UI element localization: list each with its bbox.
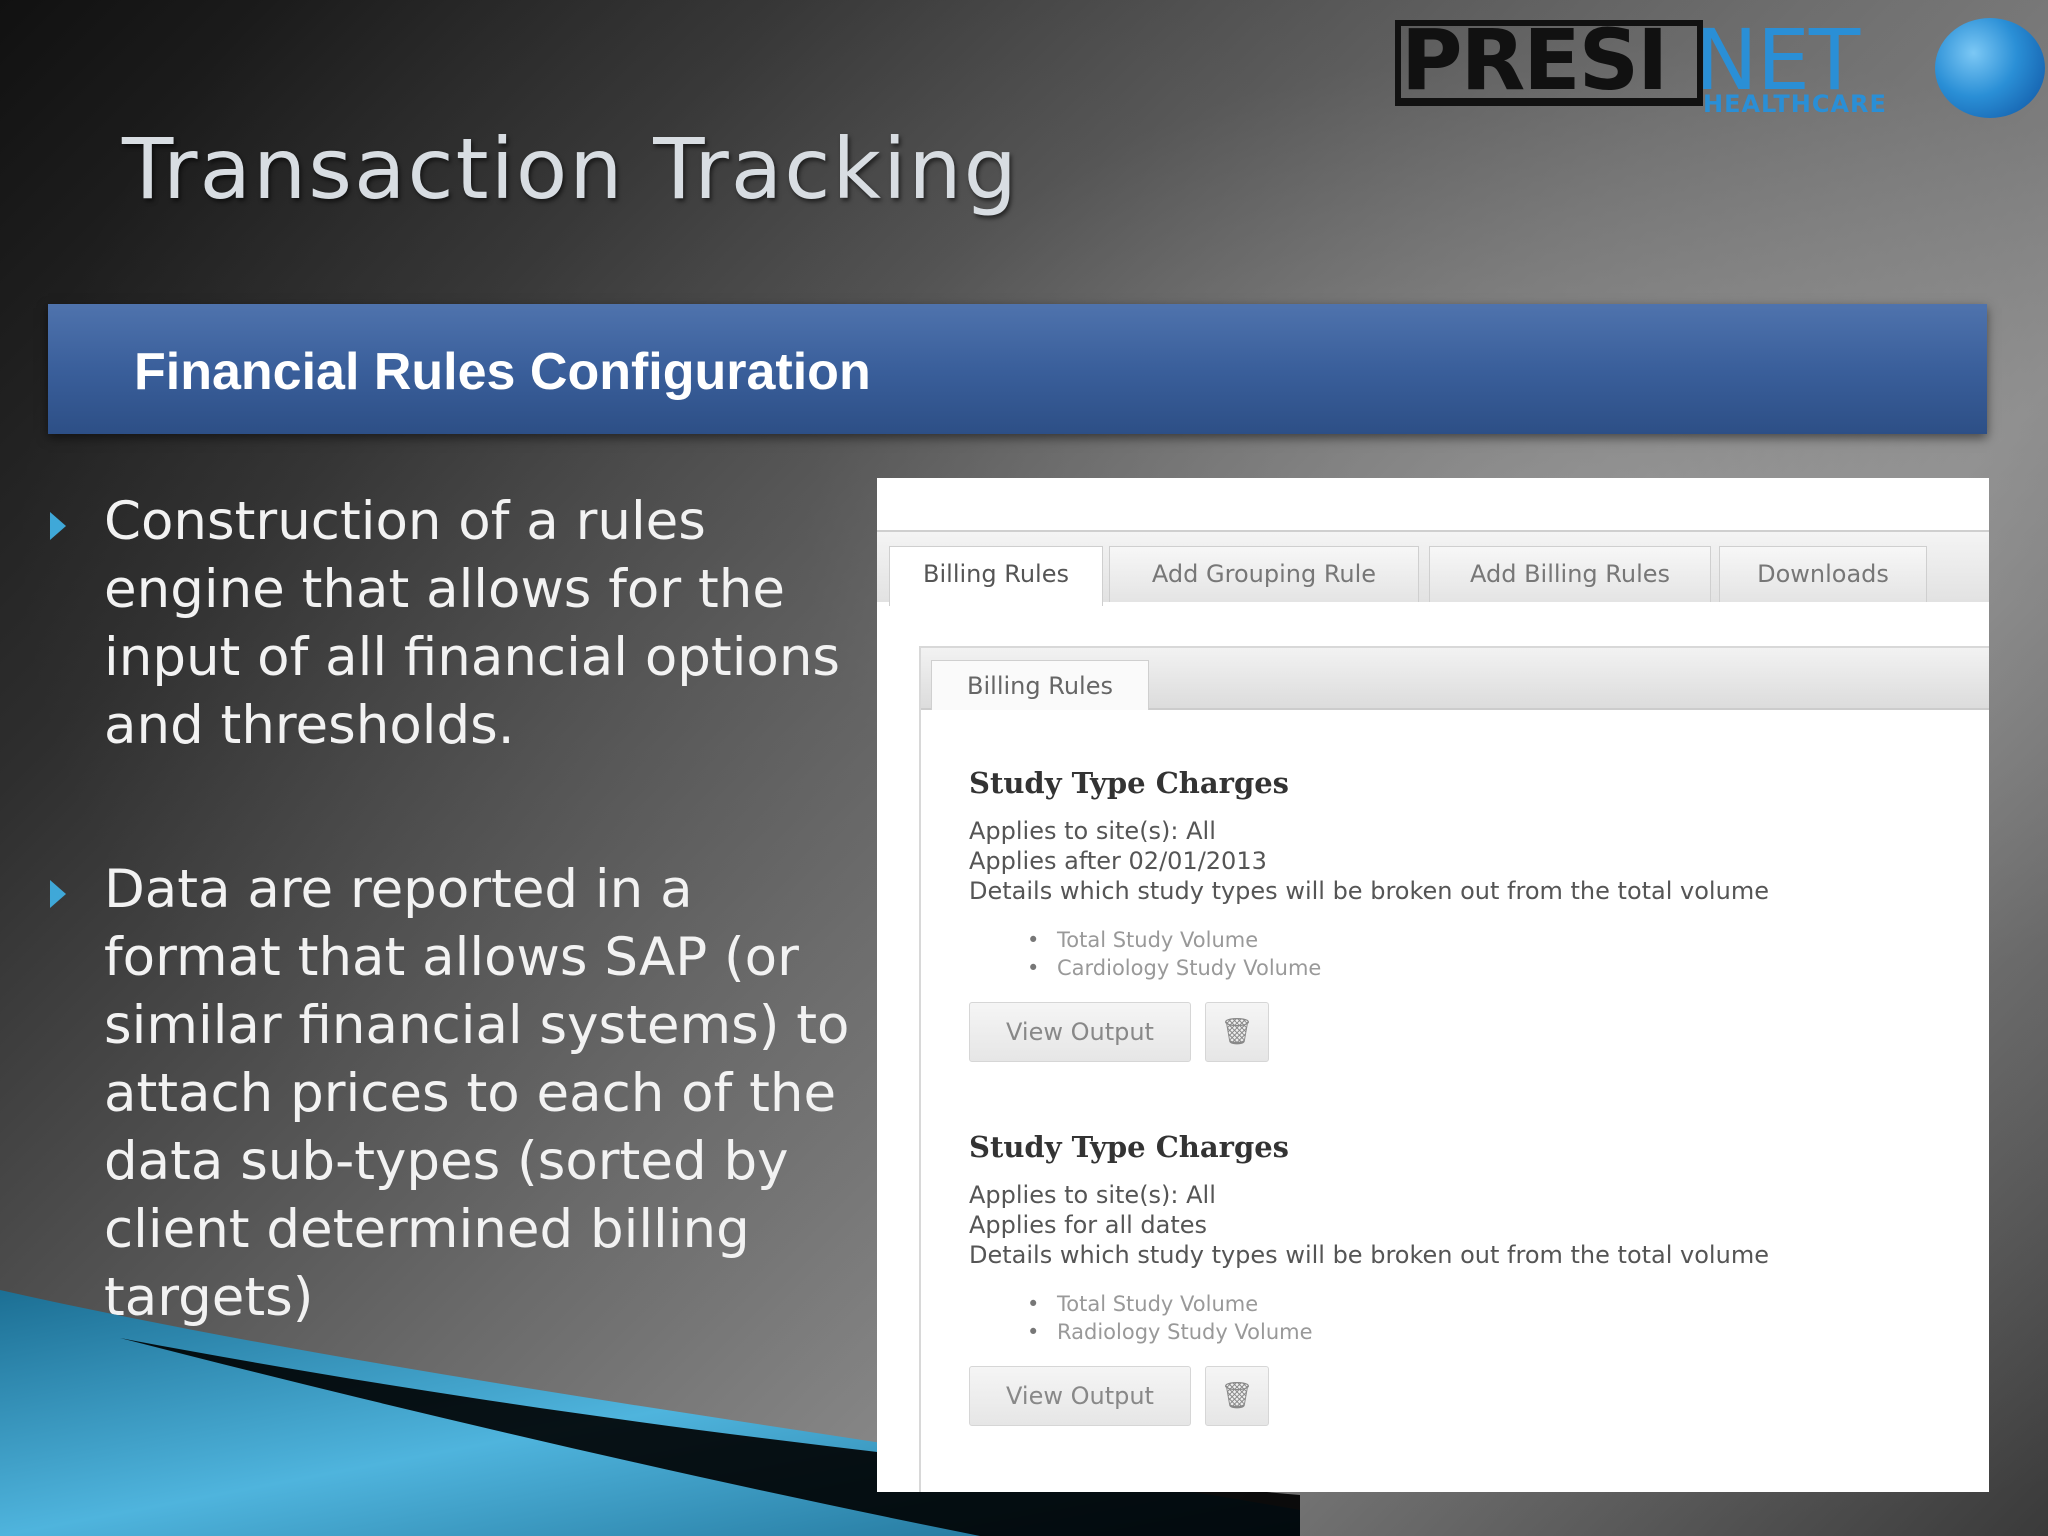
- rule-study-item: Total Study Volume: [969, 926, 1949, 954]
- globe-icon: [1935, 18, 2045, 118]
- rule-sites: Applies to site(s): All: [969, 1181, 1216, 1209]
- billing-rules-panel: Billing Rules Study Type Charges Applies…: [919, 646, 1989, 1492]
- rule-details: Details which study types will be broken…: [969, 877, 1769, 905]
- rule-study-item: Cardiology Study Volume: [969, 954, 1949, 982]
- view-output-button[interactable]: View Output: [969, 1002, 1191, 1062]
- section-heading: Financial Rules Configuration: [134, 343, 871, 401]
- bullet-list: Construction of a rules engine that allo…: [46, 488, 876, 1428]
- section-banner: Financial Rules Configuration: [48, 304, 1987, 434]
- slide-title: Transaction Tracking: [122, 120, 1019, 218]
- bullet-text: Data are reported in a format that allow…: [104, 859, 850, 1328]
- triangle-bullet-icon: [50, 880, 66, 908]
- rule-study-item: Total Study Volume: [969, 1290, 1949, 1318]
- bullet-text: Construction of a rules engine that allo…: [104, 491, 841, 756]
- logo-tagline: HEALTHCARE: [1703, 90, 1887, 118]
- tab-add-billing-rules[interactable]: Add Billing Rules: [1429, 546, 1711, 602]
- logo-wordmark-left: PRESI: [1401, 11, 1668, 109]
- rule-actions: View Output 🗑: [969, 1366, 1949, 1426]
- rule-card: Study Type Charges Applies to site(s): A…: [969, 1130, 1949, 1426]
- rule-study-list: Total Study Volume Cardiology Study Volu…: [969, 926, 1949, 982]
- presinet-logo: PRESI NET HEALTHCARE: [1395, 11, 2048, 126]
- rule-date: Applies after 02/01/2013: [969, 847, 1267, 875]
- rule-sites: Applies to site(s): All: [969, 817, 1216, 845]
- rule-study-item: Radiology Study Volume: [969, 1318, 1949, 1346]
- rule-title: Study Type Charges: [969, 1130, 1290, 1164]
- rule-actions: View Output 🗑: [969, 1002, 1949, 1062]
- bullet-item: Data are reported in a format that allow…: [46, 856, 876, 1332]
- rule-details: Details which study types will be broken…: [969, 1241, 1769, 1269]
- rule-date: Applies for all dates: [969, 1211, 1208, 1239]
- inner-tabbar: Billing Rules: [921, 648, 1989, 710]
- rule-title: Study Type Charges: [969, 766, 1290, 800]
- trash-icon[interactable]: 🗑: [1205, 1366, 1269, 1426]
- inner-tab-billing-rules[interactable]: Billing Rules: [931, 660, 1149, 710]
- rule-card: Study Type Charges Applies to site(s): A…: [969, 766, 1949, 1062]
- triangle-bullet-icon: [50, 512, 66, 540]
- view-output-button[interactable]: View Output: [969, 1366, 1191, 1426]
- main-tabbar: Billing Rules Add Grouping Rule Add Bill…: [877, 530, 1989, 606]
- tab-downloads[interactable]: Downloads: [1719, 546, 1927, 602]
- app-screenshot: Billing Rules Add Grouping Rule Add Bill…: [877, 478, 1989, 1492]
- tab-billing-rules[interactable]: Billing Rules: [889, 546, 1103, 606]
- tab-add-grouping-rule[interactable]: Add Grouping Rule: [1109, 546, 1419, 602]
- rule-study-list: Total Study Volume Radiology Study Volum…: [969, 1290, 1949, 1346]
- bullet-item: Construction of a rules engine that allo…: [46, 488, 876, 760]
- trash-icon[interactable]: 🗑: [1205, 1002, 1269, 1062]
